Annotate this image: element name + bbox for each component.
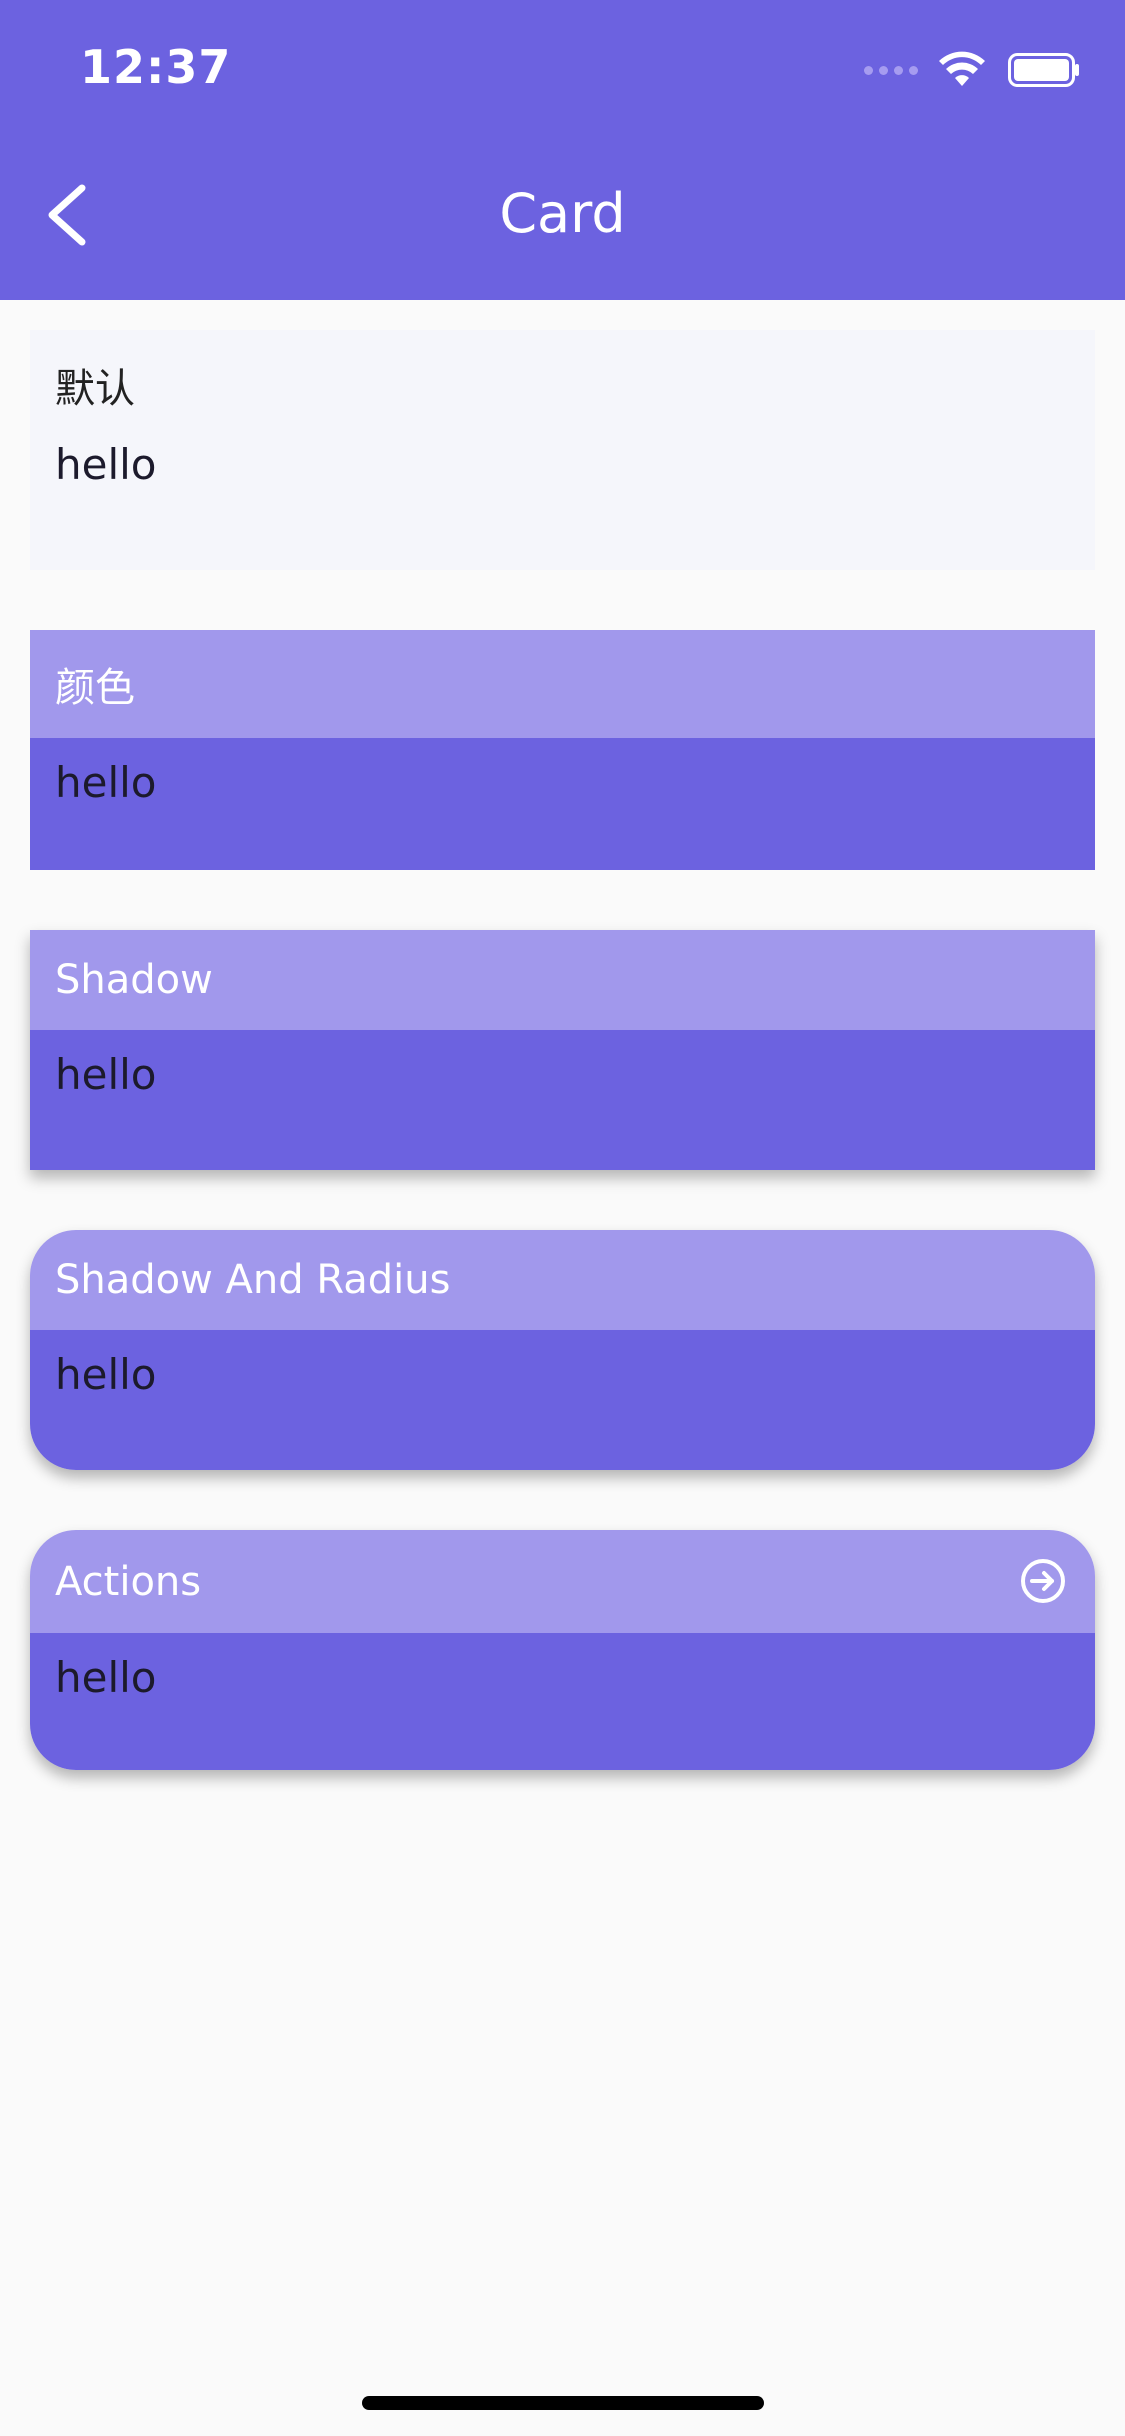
home-indicator[interactable]	[362, 2396, 764, 2410]
card-actions: Actions hello	[30, 1530, 1095, 1770]
arrow-right-circle-icon[interactable]	[1019, 1557, 1067, 1605]
card-content: hello	[30, 1633, 1095, 1770]
card-color: 颜色 hello	[30, 630, 1095, 870]
card-title: Shadow And Radius	[30, 1230, 1095, 1330]
card-default: 默认 hello	[30, 330, 1095, 570]
card-title: Shadow	[30, 930, 1095, 1030]
card-shadow: Shadow hello	[30, 930, 1095, 1170]
app-header: 12:37 Card	[0, 0, 1125, 300]
card-shadow-radius: Shadow And Radius hello	[30, 1230, 1095, 1470]
status-icons	[864, 48, 1080, 92]
wifi-icon	[939, 51, 985, 86]
card-content: hello	[30, 1330, 1095, 1470]
cellular-signal-icon	[864, 65, 918, 75]
card-content: hello	[30, 1030, 1095, 1170]
card-content: hello	[30, 738, 1095, 870]
card-content: hello	[55, 440, 157, 489]
page-title: Card	[499, 182, 626, 245]
card-title: 默认	[55, 366, 135, 412]
status-time: 12:37	[80, 40, 232, 94]
card-title: 颜色	[30, 630, 1095, 738]
card-title: Actions	[30, 1530, 1095, 1633]
battery-icon	[1008, 53, 1079, 87]
